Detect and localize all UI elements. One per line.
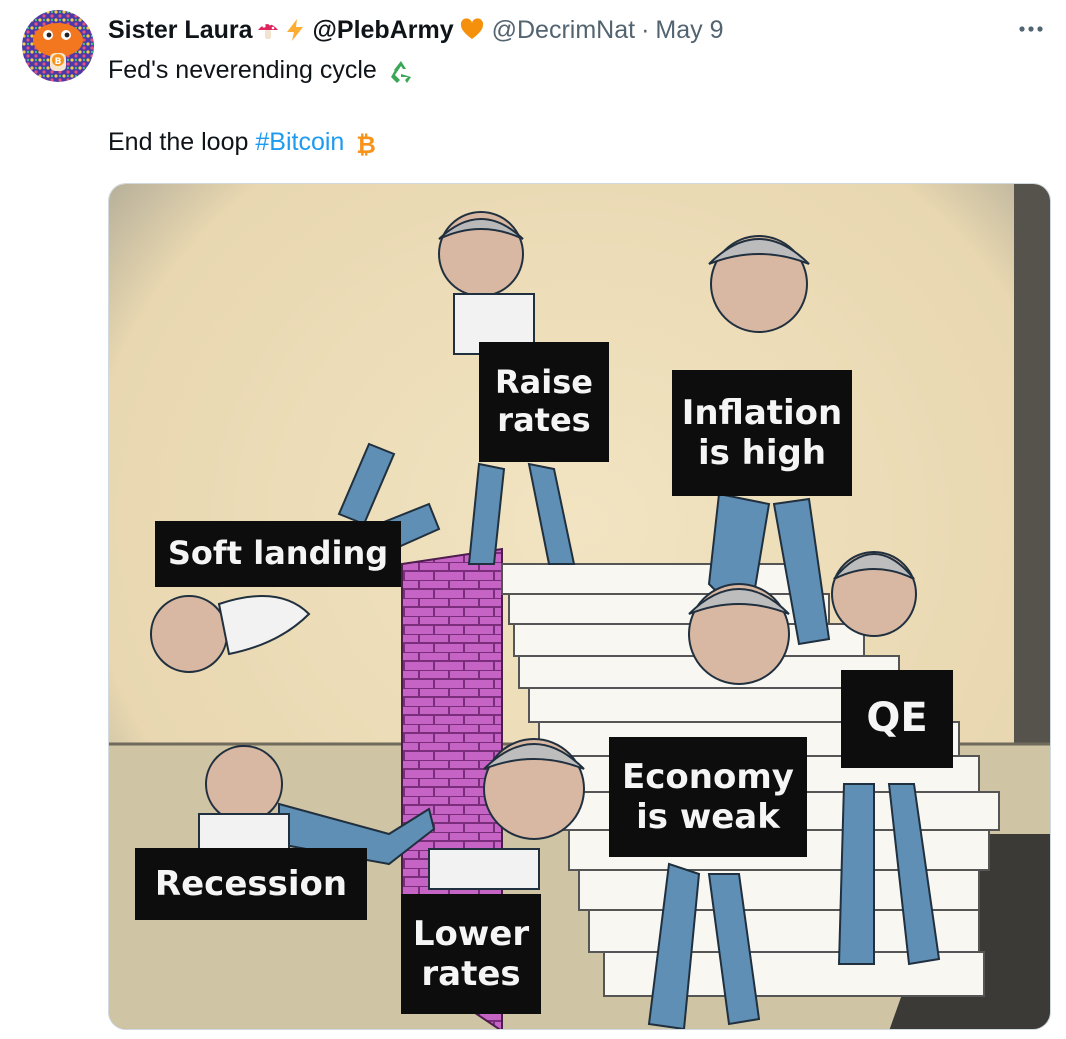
caption-raise-rates: Raise rates — [479, 342, 609, 462]
tweet-media-image[interactable]: Raise rates Inflation is high Soft landi… — [108, 183, 1051, 1030]
orange-heart-icon — [460, 18, 484, 42]
separator: · — [641, 15, 650, 44]
more-options-button[interactable] — [1016, 14, 1046, 44]
caption-inflation-is-high: Inflation is high — [672, 370, 852, 496]
plebarmy-label: @PlebArmy — [312, 15, 454, 44]
tweet-text: Fed's neverending cycle — [108, 56, 377, 84]
caption-soft-landing: Soft landing — [155, 521, 401, 587]
recycle-icon — [388, 59, 412, 84]
tweet-header: Sister Laura @PlebArmy @DecrimNat · May … — [108, 12, 723, 48]
handle[interactable]: @DecrimNat — [492, 16, 635, 45]
svg-text:B: B — [55, 57, 62, 67]
mushroom-icon — [256, 18, 280, 42]
caption-recession: Recession — [135, 848, 367, 920]
avatar-image: B — [22, 10, 94, 82]
more-icon — [1019, 26, 1043, 32]
caption-economy-is-weak: Economy is weak — [609, 737, 807, 857]
tweet-text-line2: End the loop #Bitcoin ₿ — [108, 126, 377, 159]
caption-qe: QE — [841, 670, 953, 768]
bitcoin-icon: ₿ — [353, 131, 377, 159]
tweet-text-line1: Fed's neverending cycle — [108, 54, 412, 86]
caption-lower-rates: Lower rates — [401, 894, 541, 1014]
svg-text:₿: ₿ — [356, 131, 376, 157]
lightning-icon — [283, 18, 307, 42]
timestamp[interactable]: May 9 — [655, 16, 723, 45]
hashtag-link[interactable]: #Bitcoin — [255, 128, 344, 156]
avatar[interactable]: B — [22, 10, 94, 82]
display-name[interactable]: Sister Laura — [108, 16, 253, 45]
tweet-text-prefix: End the loop — [108, 128, 249, 156]
